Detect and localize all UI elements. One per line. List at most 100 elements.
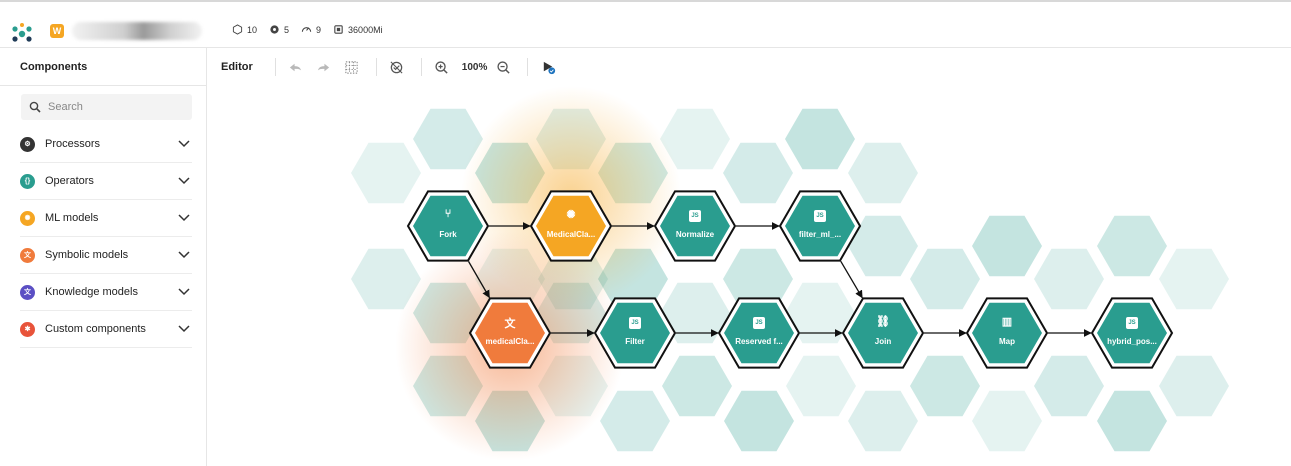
link-icon: ⛓: [876, 316, 890, 328]
gauge-icon: [301, 27, 312, 32]
stat-nodes: 10: [232, 24, 257, 35]
node-label: hybrid_pos...: [1107, 337, 1157, 346]
background-hex-cell: [786, 355, 856, 417]
toolbar-divider: [375, 58, 377, 76]
toolbar-divider: [527, 58, 529, 76]
node-label: Reserved f...: [735, 337, 783, 346]
background-hex-cell: [972, 390, 1042, 452]
brain-icon: ✺: [20, 210, 35, 226]
stat-memory: 36000Mi: [333, 24, 383, 35]
background-hex-cell: [724, 390, 794, 452]
workflow-graph[interactable]: [208, 86, 1291, 466]
chevron-down-icon[interactable]: [178, 139, 190, 149]
background-hex-cell: [848, 142, 918, 204]
search-input[interactable]: Search: [21, 94, 192, 120]
chevron-down-icon[interactable]: [178, 250, 190, 260]
js-icon: JS: [753, 317, 765, 329]
run-button[interactable]: [536, 55, 560, 79]
background-hex-cell: [972, 215, 1042, 277]
node-label: Map: [999, 337, 1015, 346]
workspace-badge[interactable]: W: [50, 24, 64, 38]
undo-icon: [290, 63, 302, 71]
category-label: Custom components: [45, 323, 146, 335]
zoom-out-icon: [497, 60, 510, 74]
resource-stats: 10 5 9 36000Mi: [232, 24, 383, 35]
workflow-canvas[interactable]: ⑂ Fork ✺ MedicalCla... JS Normalize JS filter_m…: [208, 86, 1291, 466]
fit-view-button[interactable]: [385, 55, 409, 79]
editor-toolbar: Editor 100%: [208, 48, 1291, 86]
background-hex-cell: [1159, 248, 1229, 310]
node-label: Fork: [439, 230, 457, 239]
search-placeholder: Search: [48, 101, 83, 113]
toolbar-divider: [420, 58, 422, 76]
translate-icon: 文: [504, 318, 516, 330]
category-label: Processors: [45, 138, 101, 150]
brain-icon: ✺: [566, 209, 576, 221]
chevron-down-icon[interactable]: [178, 324, 190, 334]
translate-icon: 文: [20, 247, 35, 263]
chevron-down-icon[interactable]: [178, 176, 190, 186]
editor-label: Editor: [221, 61, 253, 73]
background-hex-cell: [1034, 355, 1104, 417]
js-icon: JS: [1126, 317, 1138, 329]
workspace-name-redacted[interactable]: [72, 22, 202, 40]
background-hex-cell: [1097, 215, 1167, 277]
zoom-in-icon: [435, 60, 448, 74]
category-custom-components[interactable]: ✱ Custom components: [20, 311, 192, 348]
node-label: filter_ml_...: [798, 230, 842, 239]
zoom-level: 100%: [461, 61, 488, 73]
category-label: Operators: [45, 175, 94, 187]
edge-filterml-to-join[interactable]: [840, 260, 863, 299]
background-hex-cell: [785, 108, 855, 170]
background-hex-cell: [351, 142, 421, 204]
category-label: ML models: [45, 212, 99, 224]
node-label: MedicalCla...: [546, 230, 596, 239]
js-icon: JS: [814, 210, 826, 222]
category-label: Symbolic models: [45, 249, 129, 261]
chip-icon: [334, 25, 343, 34]
play-check-icon: [543, 61, 556, 74]
search-icon: [29, 101, 41, 113]
stat-processors: 5: [269, 24, 289, 35]
hexagon-outline-icon: [232, 24, 243, 35]
zoom-in-button[interactable]: [430, 55, 454, 79]
node-label: medicalCla...: [485, 337, 535, 346]
node-label: Filter: [625, 337, 645, 346]
stat-gauge: 9: [301, 24, 321, 35]
stat-value: 5: [284, 24, 290, 35]
gear-icon: ⚙: [20, 136, 35, 152]
category-operators[interactable]: {} Operators: [20, 163, 192, 200]
zoom-out-button[interactable]: [491, 55, 515, 79]
translate-icon: 文: [20, 284, 35, 300]
fit-view-icon: [390, 61, 403, 73]
category-processors[interactable]: ⚙ Processors: [20, 126, 192, 163]
js-icon: JS: [689, 210, 701, 222]
category-symbolic-models[interactable]: 文 Symbolic models: [20, 237, 192, 274]
background-hex-cell: [1159, 355, 1229, 417]
gear-icon: [270, 25, 279, 34]
category-knowledge-models[interactable]: 文 Knowledge models: [20, 274, 192, 311]
chevron-down-icon[interactable]: [178, 213, 190, 223]
background-hex-cell: [1034, 248, 1104, 310]
braces-icon: {}: [20, 173, 35, 189]
category-ml-models[interactable]: ✺ ML models: [20, 200, 192, 237]
redo-button[interactable]: [312, 55, 336, 79]
stat-value: 36000Mi: [348, 24, 383, 35]
stat-value: 9: [316, 24, 322, 35]
js-icon: JS: [629, 317, 641, 329]
background-hex-cell: [910, 355, 980, 417]
components-sidebar: Components Search ⚙ Processors {} Operat…: [0, 48, 207, 466]
puzzle-icon: ✱: [20, 321, 35, 337]
undo-button[interactable]: [284, 55, 308, 79]
background-hex-cell: [723, 142, 793, 204]
app-logo-icon[interactable]: [10, 22, 34, 46]
select-area-button[interactable]: [340, 55, 364, 79]
chevron-down-icon[interactable]: [178, 287, 190, 297]
background-hex-cell: [662, 355, 732, 417]
background-hex-cell: [910, 248, 980, 310]
sidebar-title: Components: [0, 48, 206, 86]
node-label: Normalize: [675, 230, 715, 239]
background-hex-cell: [1097, 390, 1167, 452]
stat-value: 10: [247, 24, 258, 35]
marquee-select-icon: [345, 60, 358, 74]
